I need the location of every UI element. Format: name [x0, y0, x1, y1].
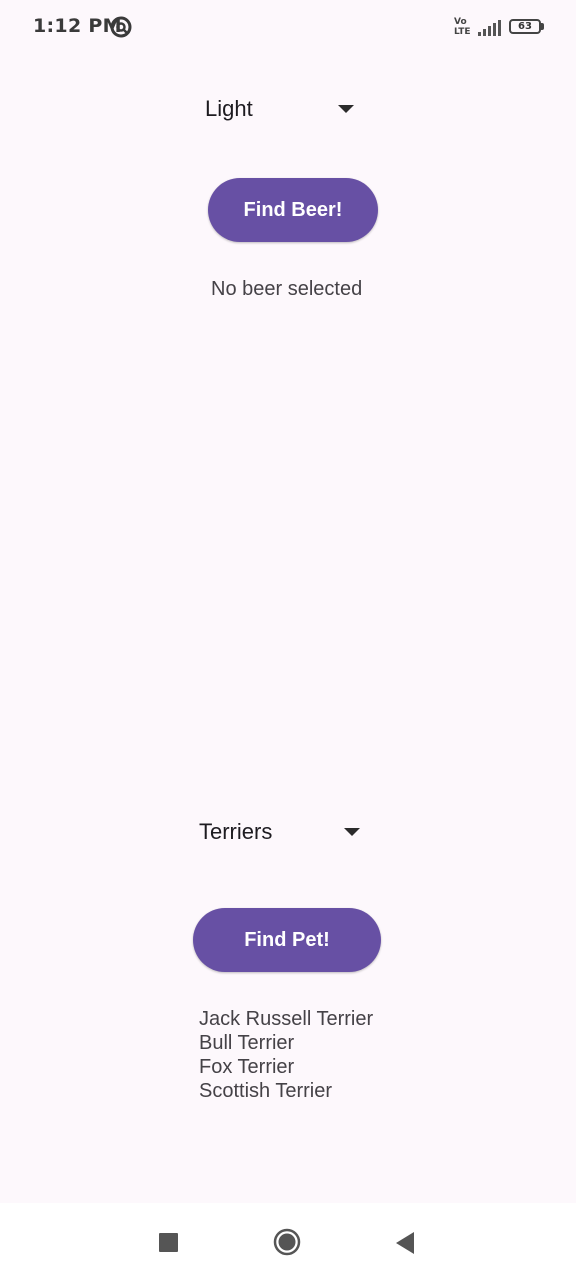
- pet-result-item: Bull Terrier: [199, 1032, 295, 1054]
- pet-result-item: Jack Russell Terrier: [199, 1008, 374, 1030]
- find-beer-button[interactable]: Find Beer!: [208, 178, 378, 242]
- pet-result-item: Fox Terrier: [199, 1056, 295, 1078]
- beer-color-spinner[interactable]: Light: [205, 84, 357, 134]
- volte-icon: Vo LTE: [454, 17, 474, 39]
- pet-type-spinner[interactable]: Terriers: [199, 807, 361, 857]
- find-pet-button[interactable]: Find Pet!: [193, 908, 381, 972]
- status-bar: 1:12 PM Vo LTE 63: [0, 0, 576, 56]
- battery-tip: [541, 23, 544, 30]
- back-triangle-icon[interactable]: [395, 1231, 415, 1255]
- home-circle-icon[interactable]: [273, 1228, 301, 1256]
- pet-result-list: Jack Russell Terrier Bull Terrier Fox Te…: [199, 1007, 373, 1103]
- volte-label-top: Vo: [454, 17, 467, 27]
- battery-level: 63: [518, 21, 532, 32]
- volte-label-bottom: LTE: [454, 27, 471, 37]
- beer-color-selected: Light: [205, 96, 253, 121]
- navigation-bar: [0, 1203, 576, 1280]
- signal-icon: [478, 20, 501, 36]
- status-time: 1:12 PM: [33, 15, 122, 37]
- chevron-down-icon: [338, 105, 354, 113]
- chevron-down-icon: [344, 828, 360, 836]
- at-sign-icon: [110, 16, 132, 38]
- beer-result-text: No beer selected: [211, 278, 363, 300]
- recents-square-icon[interactable]: [159, 1233, 178, 1252]
- pet-result-item: Scottish Terrier: [199, 1080, 333, 1102]
- pet-type-selected: Terriers: [199, 819, 273, 844]
- battery-icon: 63: [509, 19, 547, 37]
